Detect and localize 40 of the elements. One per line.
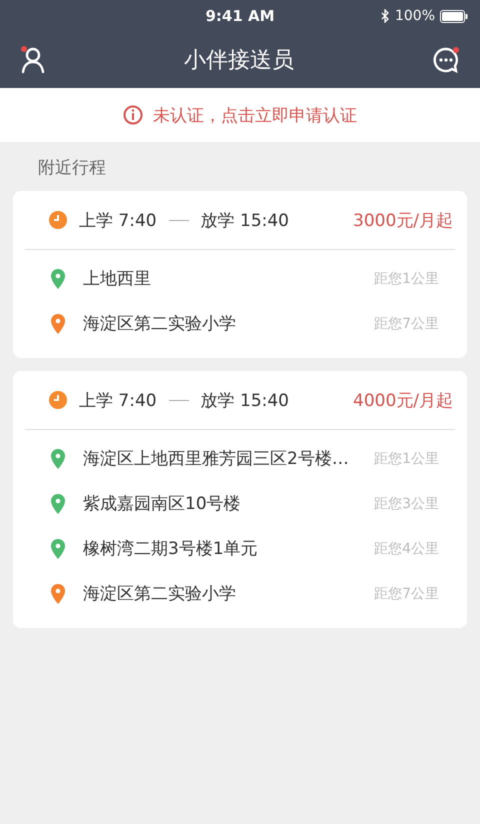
profile-button[interactable]: [20, 46, 46, 74]
info-icon: [123, 105, 143, 125]
bluetooth-icon: [380, 9, 390, 23]
stop-name: 海淀区第二实验小学: [83, 313, 236, 335]
stop-name: 紫成嘉园南区10号楼: [83, 493, 241, 515]
stop-name: 海淀区上地西里雅芳园三区2号楼…: [83, 448, 349, 470]
location-pin-icon: [51, 538, 65, 558]
pickup-time: 上学 7:40: [79, 390, 157, 412]
verification-notice[interactable]: 未认证，点击立即申请认证: [0, 88, 480, 142]
stop-name: 上地西里: [83, 268, 151, 290]
location-pin-icon: [51, 584, 65, 604]
location-pin-icon: [51, 448, 65, 468]
stop-distance: 距您1公里: [374, 450, 439, 468]
location-pin-icon: [51, 494, 65, 514]
stop-distance: 距您7公里: [374, 314, 439, 332]
dropoff-time: 放学 15:40: [200, 210, 289, 232]
location-pin-icon: [51, 268, 65, 288]
stop-distance: 距您3公里: [374, 494, 439, 512]
trip-card[interactable]: 上学 7:40 放学 15:40 3000元/月起 上地西里 距您1公里 海淀区第二实验小学 距您7公里: [13, 191, 467, 358]
chat-icon: [432, 46, 460, 74]
clock-icon: [49, 391, 67, 409]
person-icon: [20, 46, 46, 74]
clock-icon: [49, 211, 67, 229]
dropoff-time: 放学 15:40: [200, 390, 289, 412]
price: 4000元/月起: [353, 390, 453, 412]
battery-icon: [440, 10, 468, 22]
stop-name: 橡树湾二期3号楼1单元: [83, 538, 258, 560]
location-pin-icon: [51, 314, 65, 334]
trip-card[interactable]: 上学 7:40 放学 15:40 4000元/月起 海淀区上地西里雅芳园三区2号楼… 距您1公里 紫成嘉园南区10号楼 距您3公里 橡树湾二期3号楼1单元 距您4公里 海淀区第二实验小学 距您7公里: [13, 371, 467, 628]
messages-button[interactable]: [432, 46, 460, 74]
pickup-time: 上学 7:40: [79, 210, 157, 232]
price: 3000元/月起: [353, 210, 453, 232]
screen-title: 小伴接送员: [184, 47, 294, 75]
stop-distance: 距您4公里: [374, 540, 439, 558]
section-title: 附近行程: [37, 157, 107, 180]
stop-distance: 距您7公里: [374, 584, 439, 602]
stop-distance: 距您1公里: [374, 270, 439, 288]
status-time: 9:41 AM: [205, 7, 275, 25]
stop-name: 海淀区第二实验小学: [83, 583, 236, 605]
battery-percent: 100%: [394, 8, 435, 24]
